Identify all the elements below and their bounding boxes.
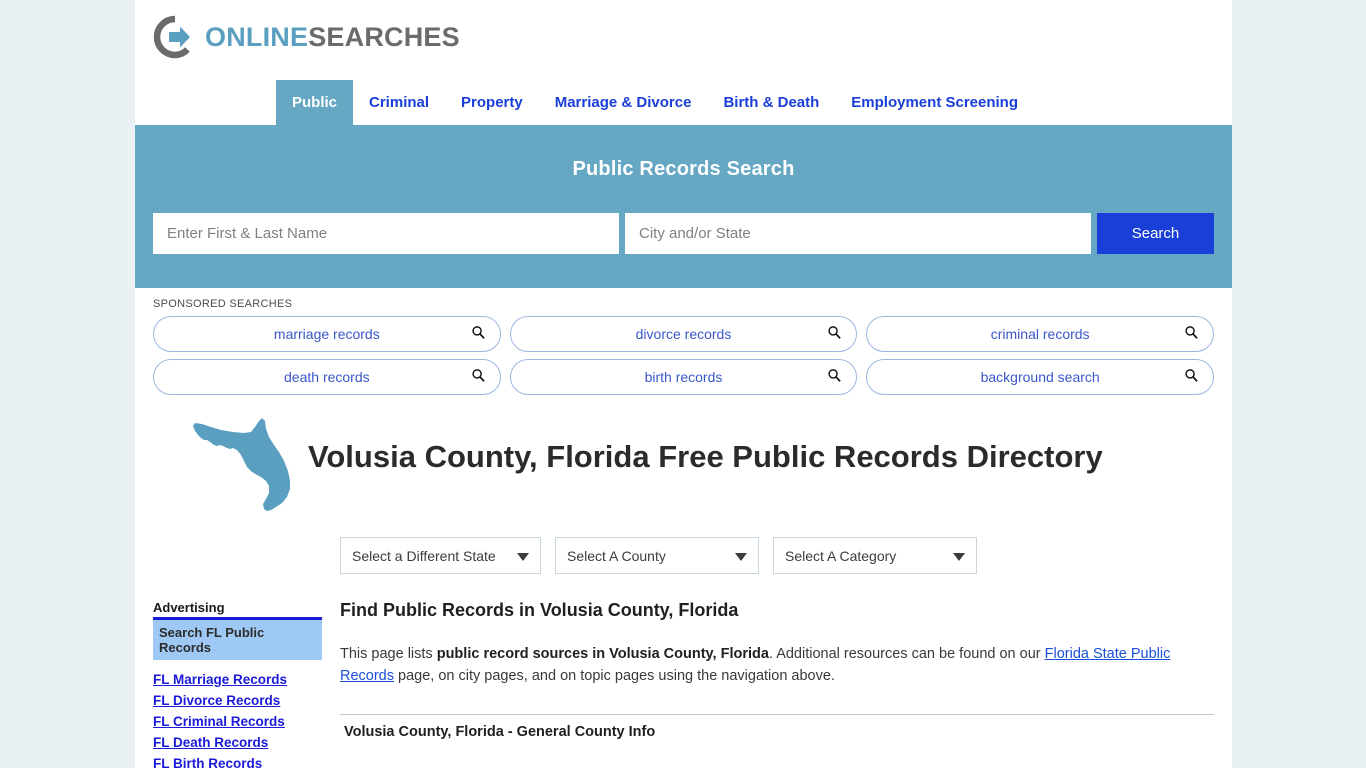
search-icon xyxy=(1184,368,1199,386)
sponsored-pill-label: criminal records xyxy=(990,326,1090,342)
search-icon xyxy=(471,325,486,343)
advertising-sidebar: Advertising Search FL Public Records FL … xyxy=(153,600,340,768)
search-button[interactable]: Search xyxy=(1097,213,1214,254)
intro-text-part2: . Additional resources can be found on o… xyxy=(768,646,1045,662)
intro-text-strong: public record sources in Volusia County,… xyxy=(436,646,769,662)
logo-text-online: ONLINE xyxy=(205,21,309,52)
public-records-search-panel: Public Records Search Search xyxy=(135,125,1232,288)
site-logo[interactable]: ONLINESEARCHES xyxy=(153,15,460,59)
sidebar-link-fl-birth-records[interactable]: FL Birth Records xyxy=(153,756,322,768)
promo-search-fl-public-records[interactable]: Search FL Public Records xyxy=(153,620,322,660)
table-row: Volusia County, Florida - General County… xyxy=(344,723,656,740)
filter-select-row: Select a Different State Select A County… xyxy=(135,520,1232,574)
sidebar-link-fl-criminal-records[interactable]: FL Criminal Records xyxy=(153,714,322,729)
intro-text-part3: page, on city pages, and on topic pages … xyxy=(394,668,835,685)
sponsored-pill-marriage-records[interactable]: marriage records xyxy=(153,316,501,352)
sponsored-pill-label: death records xyxy=(284,369,370,385)
category-select[interactable]: Select A Category xyxy=(773,537,977,574)
search-panel-title: Public Records Search xyxy=(572,158,795,180)
location-search-input[interactable] xyxy=(625,213,1091,254)
sidebar-link-fl-death-records[interactable]: FL Death Records xyxy=(153,735,322,750)
primary-navigation: Public Criminal Property Marriage & Divo… xyxy=(135,80,1232,125)
header-logo-row: ONLINESEARCHES xyxy=(135,0,1232,80)
intro-paragraph: This page lists public record sources in… xyxy=(340,643,1214,688)
sponsored-searches-label: SPONSORED SEARCHES xyxy=(153,298,293,310)
nav-item-public[interactable]: Public xyxy=(276,80,354,125)
search-form: Search xyxy=(153,213,1214,254)
sponsored-pill-label: background search xyxy=(980,369,1100,385)
page-root: ONLINESEARCHES Public Criminal Property … xyxy=(0,0,1366,768)
advertising-heading: Advertising xyxy=(153,600,225,615)
chevron-down-icon xyxy=(735,552,747,561)
online-searches-logo-icon xyxy=(153,15,197,59)
sidebar-link-fl-marriage-records[interactable]: FL Marriage Records xyxy=(153,672,322,687)
sponsored-pill-birth-records[interactable]: birth records xyxy=(509,359,858,395)
logo-text-searches: SEARCHES xyxy=(308,21,460,52)
sponsored-pill-criminal-records[interactable]: criminal records xyxy=(866,316,1214,352)
sponsored-pill-label: divorce records xyxy=(635,326,732,342)
sponsored-searches-section: SPONSORED SEARCHES marriage records divo… xyxy=(135,288,1232,395)
sponsored-pill-death-records[interactable]: death records xyxy=(153,359,501,395)
nav-item-property[interactable]: Property xyxy=(445,80,539,125)
main-column: Find Public Records in Volusia County, F… xyxy=(340,600,1214,768)
sponsored-pill-label: birth records xyxy=(644,369,723,385)
county-select[interactable]: Select A County xyxy=(555,537,759,574)
sponsored-pill-label: marriage records xyxy=(273,326,380,342)
county-select-label: Select A County xyxy=(567,547,666,564)
nav-item-birth-death[interactable]: Birth & Death xyxy=(707,80,835,125)
florida-state-outline-icon xyxy=(153,413,308,520)
chevron-down-icon xyxy=(953,552,965,561)
nav-item-employment-screening[interactable]: Employment Screening xyxy=(835,80,1034,125)
category-select-label: Select A Category xyxy=(785,547,897,564)
search-icon xyxy=(1184,325,1199,343)
search-icon xyxy=(471,368,486,386)
chevron-down-icon xyxy=(517,552,529,561)
page-title: Volusia County, Florida Free Public Reco… xyxy=(308,438,1103,474)
sidebar-link-fl-divorce-records[interactable]: FL Divorce Records xyxy=(153,693,322,708)
sponsored-searches-grid: marriage records divorce records crimina… xyxy=(153,316,1214,395)
sidebar-link-list: FL Marriage Records FL Divorce Records F… xyxy=(153,672,322,768)
sponsored-pill-background-search[interactable]: background search xyxy=(866,359,1214,395)
search-icon xyxy=(827,368,842,386)
search-icon xyxy=(827,325,842,343)
name-search-input[interactable] xyxy=(153,213,619,254)
intro-text-part1: This page lists xyxy=(340,646,437,662)
nav-item-criminal[interactable]: Criminal xyxy=(353,80,445,125)
nav-item-marriage-divorce[interactable]: Marriage & Divorce xyxy=(539,80,708,125)
content-container: ONLINESEARCHES Public Criminal Property … xyxy=(135,0,1232,768)
state-select-label: Select a Different State xyxy=(352,547,496,564)
state-select[interactable]: Select a Different State xyxy=(340,537,541,574)
lower-content: Advertising Search FL Public Records FL … xyxy=(135,574,1232,768)
records-table: Volusia County, Florida - General County… xyxy=(340,713,1214,740)
page-title-block: Volusia County, Florida Free Public Reco… xyxy=(135,395,1232,520)
section-heading: Find Public Records in Volusia County, F… xyxy=(340,600,739,620)
sponsored-pill-divorce-records[interactable]: divorce records xyxy=(509,316,858,352)
